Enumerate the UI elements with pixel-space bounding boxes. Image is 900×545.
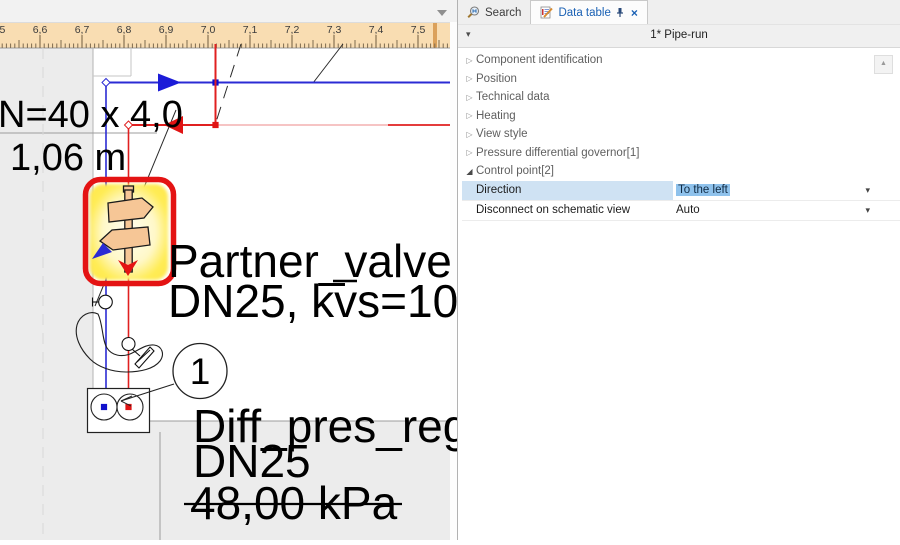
balloon-number: 1 — [190, 351, 211, 392]
svg-text:6,9: 6,9 — [159, 24, 174, 36]
expander-icon[interactable]: ▷ — [463, 56, 476, 65]
panel-title: 1* Pipe-run — [458, 29, 900, 41]
return-junction-node[interactable] — [212, 122, 218, 128]
svg-text:7,1: 7,1 — [243, 24, 258, 36]
svg-text:6,7: 6,7 — [75, 24, 90, 36]
drawing-canvas[interactable]: 6,5 6,6 6,7 6,8 6,9 7,0 7,1 7,2 7,3 7,4 7,5 — [0, 0, 457, 540]
canvas-top-strip — [0, 0, 457, 23]
data-table-panel: Search Data table × ▾ 1* Pipe-run ▷ Comp… — [457, 0, 900, 540]
horizontal-ruler: 6,5 6,6 6,7 6,8 6,9 7,0 7,1 7,2 7,3 7,4 7,5 — [0, 23, 450, 48]
pipe-dimension-label[interactable]: N=40 x 4,0 — [0, 94, 183, 136]
pin-icon[interactable] — [616, 7, 624, 18]
expander-icon[interactable]: ▷ — [463, 130, 476, 139]
tree-item-technical-data[interactable]: ▷ Technical data — [458, 88, 900, 107]
svg-text:7,4: 7,4 — [369, 24, 384, 36]
dropdown-arrow-icon[interactable]: ▾ — [865, 185, 870, 196]
property-label: Direction — [462, 181, 673, 200]
property-grid: ▷ Component identification ▷ Position ▷ … — [458, 48, 900, 540]
tree-item-component-identification[interactable]: ▷ Component identification — [458, 51, 900, 70]
dropdown-arrow-icon[interactable]: ▾ — [865, 205, 870, 216]
panel-header: ▾ 1* Pipe-run — [458, 25, 900, 48]
property-label: Disconnect on schematic view — [462, 201, 673, 220]
tree-item-heating[interactable]: ▷ Heating — [458, 107, 900, 126]
property-row-disconnect[interactable]: Disconnect on schematic view Auto ▾ — [462, 201, 900, 221]
collapse-icon[interactable]: ◢ — [463, 167, 476, 176]
panel-tabbar: Search Data table × — [458, 0, 900, 25]
tab-data-table[interactable]: Data table × — [530, 0, 647, 24]
tree-item-view-style[interactable]: ▷ View style — [458, 125, 900, 144]
expander-icon[interactable]: ▷ — [463, 148, 476, 157]
svg-text:7,0: 7,0 — [201, 24, 216, 36]
svg-text:7,5: 7,5 — [411, 24, 426, 36]
data-table-icon — [540, 6, 553, 19]
direction-combobox[interactable]: To the left — [673, 184, 865, 196]
tab-search[interactable]: Search — [458, 1, 530, 24]
tab-search-label: Search — [485, 7, 521, 19]
tab-data-table-label: Data table — [558, 7, 610, 19]
svg-text:7,2: 7,2 — [285, 24, 300, 36]
svg-text:6,5: 6,5 — [0, 24, 5, 36]
scroll-up-button[interactable]: ▲ — [874, 55, 893, 74]
valve-spec-label[interactable]: DN25, kvs=10 — [168, 275, 457, 327]
tree-item-pressure-differential-governor[interactable]: ▷ Pressure differential governor[1] — [458, 144, 900, 163]
expander-icon[interactable]: ▷ — [463, 111, 476, 120]
tree-item-control-point[interactable]: ◢ Control point[2] — [458, 162, 900, 181]
property-value-selected: To the left — [676, 184, 730, 196]
disconnect-combobox[interactable]: Auto — [673, 204, 865, 216]
search-icon — [467, 6, 480, 19]
supply-port-node — [101, 404, 107, 410]
close-icon[interactable]: × — [631, 7, 638, 19]
selected-valve[interactable] — [86, 180, 174, 284]
tree-item-position[interactable]: ▷ Position — [458, 70, 900, 89]
svg-text:6,8: 6,8 — [117, 24, 132, 36]
property-value: Auto — [676, 204, 700, 216]
expander-icon[interactable]: ▷ — [463, 93, 476, 102]
svg-text:6,6: 6,6 — [33, 24, 48, 36]
pipe-length-label[interactable]: 1,06 m — [10, 137, 126, 179]
svg-text:7,3: 7,3 — [327, 24, 342, 36]
expander-icon[interactable]: ▷ — [463, 74, 476, 83]
property-row-direction[interactable]: Direction To the left ▾ — [462, 181, 900, 201]
